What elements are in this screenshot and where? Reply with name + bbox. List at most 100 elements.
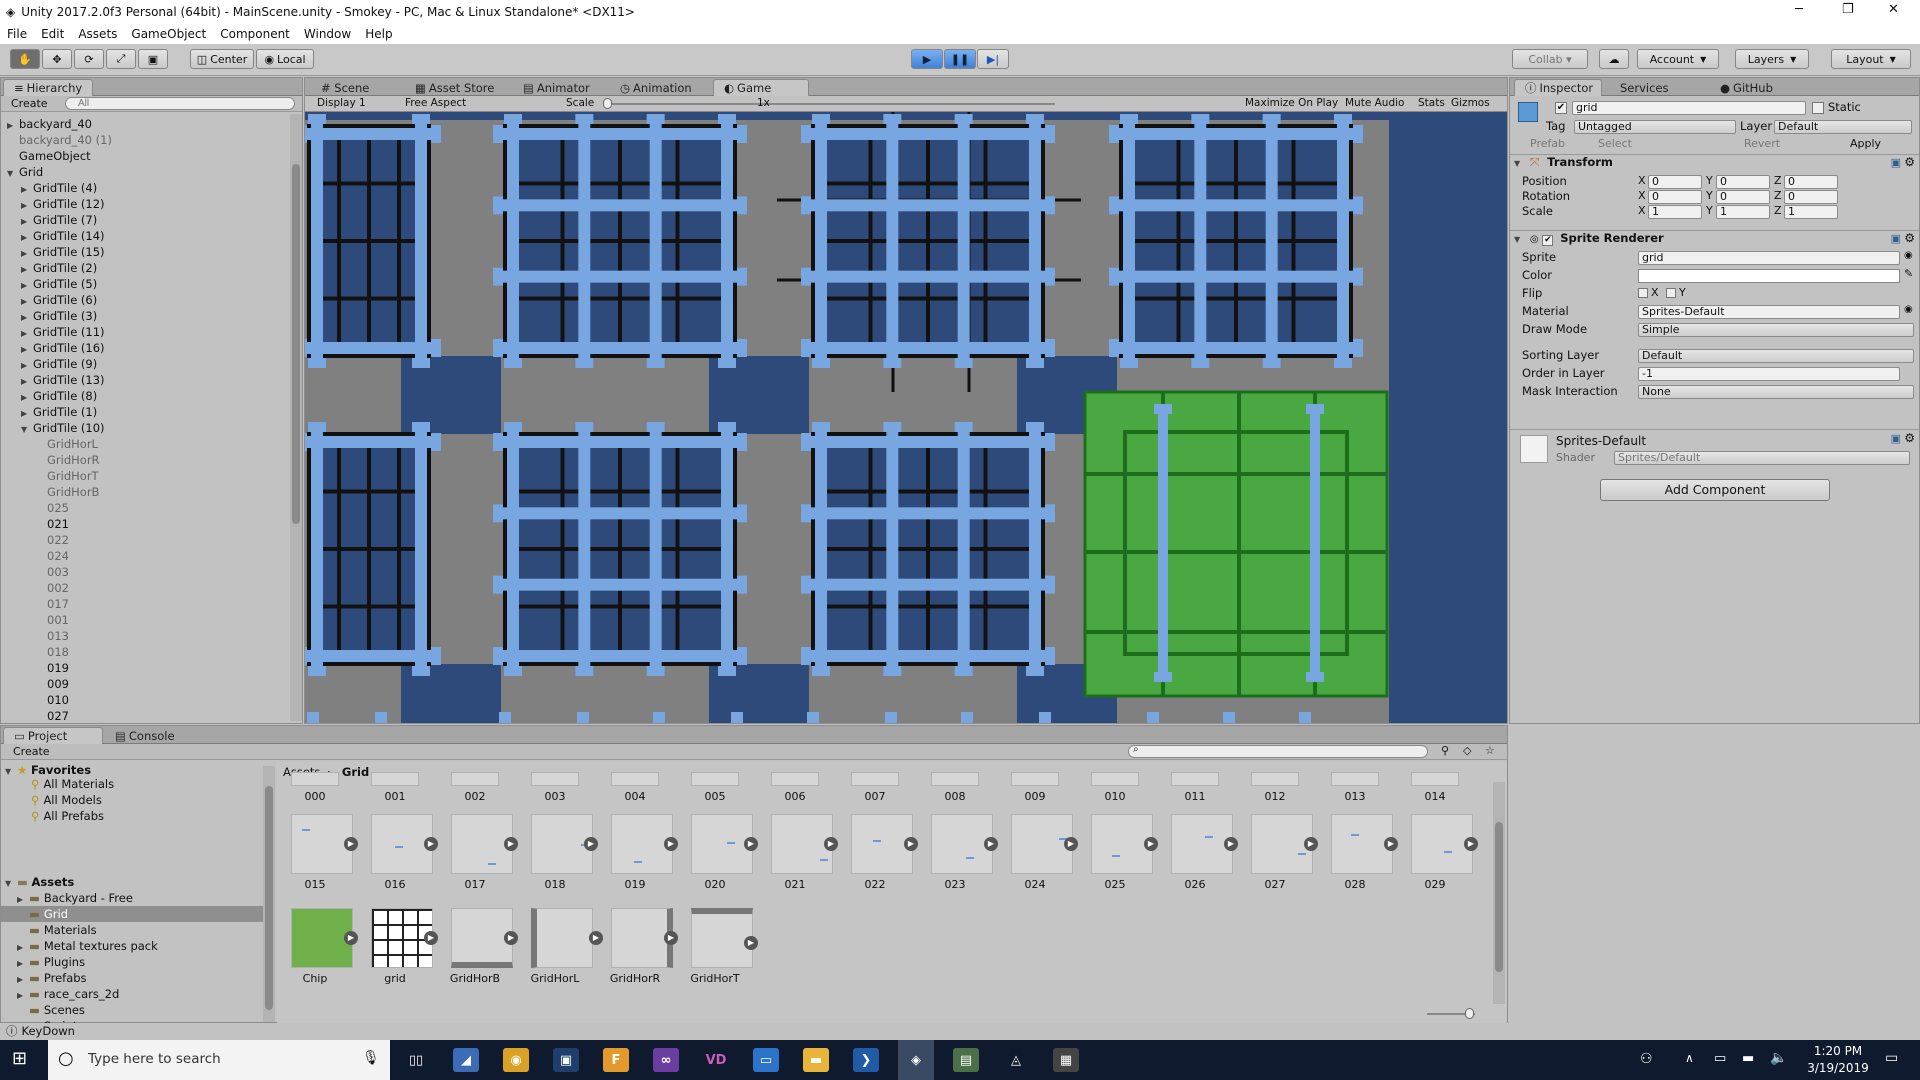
hierarchy-item[interactable]: ▶ GridTile (9) — [7, 356, 287, 372]
stats-toggle[interactable]: Stats — [1418, 97, 1445, 109]
expand-sprite-icon[interactable]: ▶ — [589, 931, 603, 945]
layer-dropdown[interactable]: Default — [1774, 120, 1912, 134]
prefab-select-button[interactable]: Select — [1598, 137, 1632, 150]
hierarchy-item[interactable]: 022 — [7, 532, 287, 548]
hierarchy-item[interactable]: ▶ GridTile (11) — [7, 324, 287, 340]
start-button[interactable]: ⊞ — [12, 1049, 34, 1071]
display-dropdown[interactable]: Display 1 — [317, 97, 366, 109]
project-search-input[interactable] — [1128, 745, 1428, 758]
app-icon-10[interactable]: ◬ — [1003, 1048, 1029, 1072]
close-button[interactable]: ✕ — [1888, 2, 1899, 17]
expand-sprite-icon[interactable]: ▶ — [504, 931, 518, 945]
hierarchy-item[interactable]: GridHorR — [7, 452, 287, 468]
hierarchy-item[interactable]: 021 — [7, 516, 287, 532]
breadcrumb-grid[interactable]: Grid — [342, 765, 369, 779]
expand-sprite-icon[interactable]: ▶ — [984, 837, 998, 851]
clock[interactable]: 1:20 PM 3/19/2019 — [1800, 1043, 1876, 1077]
app-icon-1[interactable]: ◢ — [453, 1048, 479, 1072]
asset-thumbnail[interactable]: ▶ — [611, 908, 678, 968]
rotate-tool-button[interactable]: ⟳ — [74, 49, 104, 69]
prefab-revert-button[interactable]: Revert — [1744, 137, 1780, 150]
asset-thumbnail[interactable]: ▶ — [1011, 814, 1078, 874]
app-icon-9[interactable]: ▤ — [953, 1048, 979, 1072]
asset-thumbnail[interactable] — [1331, 772, 1379, 786]
asset-thumbnail[interactable]: ▶ — [1251, 814, 1318, 874]
asset-thumbnail[interactable]: ▶ — [851, 814, 918, 874]
hierarchy-scroll-thumb[interactable] — [292, 164, 300, 524]
move-tool-button[interactable]: ✥ — [42, 49, 72, 69]
favorite-star-icon[interactable]: ☆ — [1485, 744, 1495, 757]
transform-x-field[interactable]: 1 — [1648, 205, 1702, 219]
asset-thumbnail[interactable] — [1091, 772, 1139, 786]
game-viewport[interactable] — [305, 112, 1507, 723]
app-icon-3[interactable]: ▣ — [553, 1048, 579, 1072]
hierarchy-item[interactable]: ▶ GridTile (4) — [7, 180, 287, 196]
hierarchy-item[interactable]: 018 — [7, 644, 287, 660]
transform-y-field[interactable]: 0 — [1716, 175, 1770, 189]
chrome-icon[interactable]: ◉ — [503, 1048, 529, 1072]
hierarchy-item[interactable]: ▶ GridTile (15) — [7, 244, 287, 260]
app-icon-f[interactable]: F — [603, 1048, 629, 1072]
unity-taskbar-icon[interactable]: ◈ — [898, 1040, 934, 1080]
asset-thumbnail[interactable] — [531, 772, 579, 786]
expand-sprite-icon[interactable]: ▶ — [904, 837, 918, 851]
hierarchy-item[interactable]: ▶ GridTile (13) — [7, 372, 287, 388]
hierarchy-search-input[interactable] — [65, 97, 295, 110]
hierarchy-item[interactable]: 017 — [7, 596, 287, 612]
sr-sorting-layer-field[interactable]: Default — [1638, 349, 1914, 363]
gear-icon[interactable]: ⚙ — [1904, 155, 1915, 169]
hierarchy-item[interactable]: ▶ GridTile (3) — [7, 308, 287, 324]
eyedropper-icon[interactable]: ✎ — [1904, 267, 1913, 280]
transform-z-field[interactable]: 0 — [1784, 175, 1838, 189]
scale-slider[interactable] — [605, 103, 1055, 105]
hierarchy-item[interactable]: 001 — [7, 612, 287, 628]
hierarchy-item[interactable]: 002 — [7, 580, 287, 596]
asset-thumbnail[interactable]: ▶ — [931, 814, 998, 874]
asset-thumbnail[interactable]: ▶ — [1411, 814, 1478, 874]
hierarchy-item[interactable]: ▶ backyard_40 — [7, 116, 287, 132]
favorite-item[interactable]: ⚲ All Models — [31, 792, 102, 808]
object-picker-icon[interactable]: ◉ — [1904, 304, 1913, 315]
hierarchy-item[interactable]: GridHorT — [7, 468, 287, 484]
network-icon[interactable]: ▭ — [1714, 1051, 1726, 1066]
folder-item[interactable]: ▬ Materials — [1, 922, 263, 938]
expand-sprite-icon[interactable]: ▶ — [1064, 837, 1078, 851]
file-explorer-icon[interactable]: ▬ — [803, 1048, 829, 1072]
powershell-icon[interactable]: ❯ — [853, 1048, 879, 1072]
expand-sprite-icon[interactable]: ▶ — [744, 936, 758, 950]
gear-icon[interactable]: ⚙ — [1904, 431, 1915, 445]
expand-sprite-icon[interactable]: ▶ — [1304, 837, 1318, 851]
menu-assets[interactable]: Assets — [71, 27, 124, 41]
tab-scene[interactable]: # Scene — [311, 79, 379, 96]
expand-sprite-icon[interactable]: ▶ — [1384, 837, 1398, 851]
hierarchy-item[interactable]: ▶ GridTile (14) — [7, 228, 287, 244]
menu-edit[interactable]: Edit — [34, 27, 71, 41]
expand-sprite-icon[interactable]: ▶ — [744, 837, 758, 851]
sr-order-in-layer-field[interactable]: -1 — [1638, 367, 1900, 381]
expand-sprite-icon[interactable]: ▶ — [584, 837, 598, 851]
hierarchy-item[interactable]: 019 — [7, 660, 287, 676]
asset-thumbnail[interactable] — [371, 772, 419, 786]
filter-label-icon[interactable]: ◇ — [1463, 744, 1471, 757]
hierarchy-item[interactable]: 024 — [7, 548, 287, 564]
hierarchy-item[interactable]: 027 — [7, 708, 287, 724]
tab-animator[interactable]: ▤ Animator — [513, 79, 600, 96]
transform-x-field[interactable]: 0 — [1648, 190, 1702, 204]
tag-dropdown[interactable]: Untagged — [1574, 120, 1736, 134]
collab-button[interactable]: Collab ▾ — [1512, 49, 1588, 69]
asset-thumbnail[interactable] — [1171, 772, 1219, 786]
pivot-center-button[interactable]: ◫ Center — [190, 49, 254, 69]
expand-sprite-icon[interactable]: ▶ — [504, 837, 518, 851]
menu-component[interactable]: Component — [213, 27, 297, 41]
mute-audio-toggle[interactable]: Mute Audio — [1345, 97, 1404, 109]
visual-studio-icon[interactable]: ∞ — [653, 1048, 679, 1072]
hierarchy-item[interactable]: ▼ GridTile (10) — [7, 420, 287, 436]
active-checkbox[interactable]: ✔ — [1555, 102, 1567, 114]
cloud-button[interactable]: ☁ — [1599, 49, 1629, 69]
expand-sprite-icon[interactable]: ▶ — [344, 837, 358, 851]
asset-thumbnail[interactable] — [1251, 772, 1299, 786]
tab-console[interactable]: ▤ Console — [105, 727, 185, 744]
asset-thumbnail[interactable]: ▶ — [291, 908, 358, 968]
asset-grid-scroll-thumb[interactable] — [1495, 822, 1503, 972]
sprite-renderer-header[interactable]: ▼ ◎ ✔ Sprite Renderer ▣ ⚙ — [1510, 230, 1919, 248]
